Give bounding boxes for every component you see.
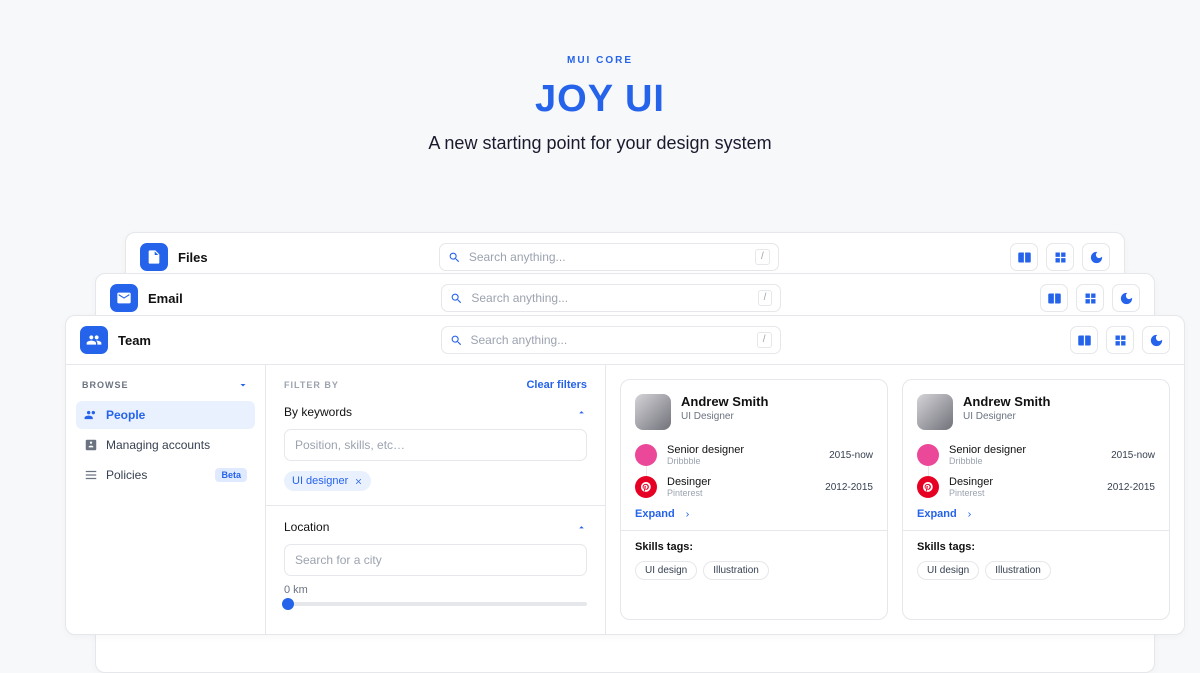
profile-card: Andrew Smith UI Designer Senior designer… — [902, 379, 1170, 620]
chevron-up-icon — [576, 407, 587, 418]
topbar-team: Team Search anything... / — [66, 316, 1184, 365]
sidebar-item-policies[interactable]: Policies Beta — [76, 461, 255, 489]
profile-role: UI Designer — [963, 411, 1050, 422]
skills-heading: Skills tags: — [917, 541, 1155, 553]
close-icon[interactable] — [354, 477, 363, 486]
skill-tag[interactable]: UI design — [635, 561, 697, 580]
grid-button[interactable] — [1046, 243, 1074, 271]
email-icon — [110, 284, 138, 312]
hero-title: JOY UI — [0, 78, 1200, 121]
avatar — [635, 394, 671, 430]
theme-button[interactable] — [1082, 243, 1110, 271]
location-input[interactable]: Search for a city — [284, 544, 587, 576]
results: Andrew Smith UI Designer Senior designer… — [606, 365, 1184, 634]
theme-button[interactable] — [1112, 284, 1140, 312]
window-stack: Files Search anything... / Email Search … — [0, 200, 1200, 600]
dribbble-icon — [635, 444, 657, 466]
sidebar-item-label: People — [106, 408, 145, 422]
profile-name: Andrew Smith — [681, 394, 768, 409]
hero: MUI CORE JOY UI A new starting point for… — [0, 0, 1200, 154]
filter-panel: FILTER BY Clear filters By keywords Posi… — [266, 365, 606, 634]
hero-subtitle: A new starting point for your design sys… — [0, 133, 1200, 154]
search-kbd: / — [755, 249, 770, 265]
slider-label: 0 km — [284, 584, 587, 596]
chevron-right-icon — [965, 510, 974, 519]
sidebar-item-accounts[interactable]: Managing accounts — [76, 431, 255, 459]
search-icon — [450, 292, 463, 305]
files-icon — [140, 243, 168, 271]
sidebar-item-label: Managing accounts — [106, 438, 210, 452]
files-title: Files — [178, 250, 208, 265]
profile-card: Andrew Smith UI Designer Senior designer… — [620, 379, 888, 620]
search-files[interactable]: Search anything... / — [439, 243, 779, 271]
book-button[interactable] — [1070, 326, 1098, 354]
search-kbd: / — [758, 290, 773, 306]
profile-role: UI Designer — [681, 411, 768, 422]
filter-section-keywords[interactable]: By keywords — [284, 405, 587, 419]
pinterest-icon — [635, 476, 657, 498]
clear-filters-button[interactable]: Clear filters — [526, 379, 587, 391]
dribbble-icon — [917, 444, 939, 466]
pinterest-icon — [917, 476, 939, 498]
grid-button[interactable] — [1076, 284, 1104, 312]
search-placeholder: Search anything... — [469, 250, 747, 264]
hero-kicker: MUI CORE — [0, 55, 1200, 66]
account-icon — [84, 438, 98, 452]
keywords-input[interactable]: Position, skills, etc… — [284, 429, 587, 461]
sidebar: BROWSE People Managing accounts Policies… — [66, 365, 266, 634]
search-team[interactable]: Search anything... / — [441, 326, 781, 354]
skills-heading: Skills tags: — [635, 541, 873, 553]
expand-button[interactable]: Expand — [635, 508, 873, 520]
search-placeholder: Search anything... — [471, 333, 749, 347]
skill-tag[interactable]: UI design — [917, 561, 979, 580]
distance-slider[interactable] — [284, 602, 587, 606]
search-icon — [448, 251, 461, 264]
email-title: Email — [148, 291, 183, 306]
search-icon — [450, 334, 463, 347]
beta-badge: Beta — [215, 468, 247, 482]
team-title: Team — [118, 333, 151, 348]
book-button[interactable] — [1040, 284, 1068, 312]
search-placeholder: Search anything... — [471, 291, 749, 305]
chevron-up-icon — [576, 522, 587, 533]
sidebar-item-label: Policies — [106, 468, 147, 482]
profile-name: Andrew Smith — [963, 394, 1050, 409]
skill-tag[interactable]: Illustration — [985, 561, 1051, 580]
search-email[interactable]: Search anything... / — [441, 284, 781, 312]
theme-button[interactable] — [1142, 326, 1170, 354]
book-button[interactable] — [1010, 243, 1038, 271]
skill-tag[interactable]: Illustration — [703, 561, 769, 580]
sidebar-heading[interactable]: BROWSE — [76, 379, 255, 391]
team-icon — [80, 326, 108, 354]
chevron-down-icon — [237, 379, 249, 391]
search-kbd: / — [757, 332, 772, 348]
policies-icon — [84, 468, 98, 482]
filter-section-location[interactable]: Location — [284, 520, 587, 534]
expand-button[interactable]: Expand — [917, 508, 1155, 520]
sidebar-item-people[interactable]: People — [76, 401, 255, 429]
people-icon — [84, 408, 98, 422]
grid-button[interactable] — [1106, 326, 1134, 354]
chevron-right-icon — [683, 510, 692, 519]
avatar — [917, 394, 953, 430]
filter-heading: FILTER BY — [284, 380, 339, 390]
filter-chip[interactable]: UI designer — [284, 471, 371, 491]
window-team: Team Search anything... / BROWSE — [65, 315, 1185, 635]
